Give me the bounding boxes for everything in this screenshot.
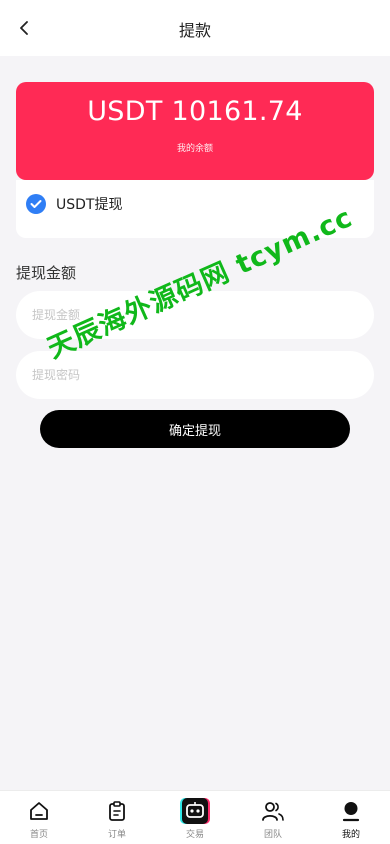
bottom-tab-bar: 首页 订单 交易 团队 我的 — [0, 790, 390, 844]
amount-input[interactable] — [16, 291, 374, 339]
tab-orders[interactable]: 订单 — [78, 791, 156, 844]
balance-amount: USDT 10161.74 — [87, 96, 303, 127]
amount-field-wrapper — [16, 291, 374, 339]
check-circle-icon — [26, 194, 46, 214]
tab-trade[interactable]: 交易 — [156, 791, 234, 844]
tab-label-trade: 交易 — [185, 830, 204, 840]
tab-mine[interactable]: 我的 — [312, 791, 390, 844]
balance-card: USDT 10161.74 我的余额 — [16, 82, 374, 180]
confirm-withdraw-button[interactable]: 确定提现 — [40, 410, 350, 448]
home-icon — [26, 798, 52, 824]
top-nav-bar: 提款 — [0, 0, 390, 56]
withdraw-method-card: USDT提现 — [16, 180, 374, 238]
method-label: USDT提现 — [56, 197, 123, 213]
user-icon — [338, 798, 364, 824]
clipboard-icon — [104, 798, 130, 824]
tab-home[interactable]: 首页 — [0, 791, 78, 844]
page-title: 提款 — [178, 21, 211, 40]
tab-label-orders: 订单 — [107, 830, 126, 840]
balance-label: 我的余额 — [176, 144, 213, 154]
tab-label-home: 首页 — [29, 830, 48, 840]
password-field-wrapper — [16, 351, 374, 399]
usdt-method-option[interactable]: USDT提现 — [26, 193, 122, 215]
robot-icon — [182, 798, 208, 824]
amount-section-title: 提现金额 — [16, 264, 77, 282]
tab-label-team: 团队 — [263, 830, 282, 840]
password-input[interactable] — [16, 351, 374, 399]
team-icon — [260, 798, 286, 824]
tab-label-mine: 我的 — [341, 830, 360, 840]
tab-team[interactable]: 团队 — [234, 791, 312, 844]
